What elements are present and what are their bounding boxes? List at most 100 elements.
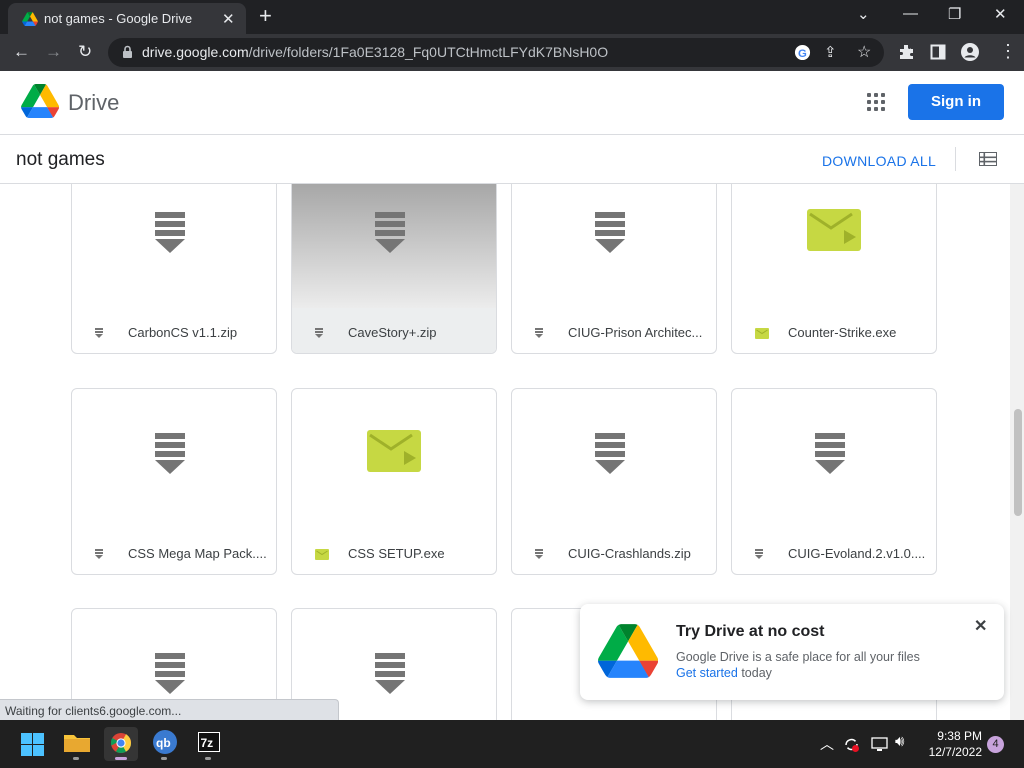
side-panel-icon[interactable] xyxy=(930,44,946,60)
qbittorrent-icon[interactable]: qb xyxy=(149,728,181,760)
volume-icon[interactable]: 🔊︎ xyxy=(895,733,904,750)
new-tab-icon[interactable]: + xyxy=(259,5,272,27)
address-bar[interactable]: drive.google.com/drive/folders/1Fa0E3128… xyxy=(108,38,884,67)
clock-date[interactable]: 12/7/2022 xyxy=(922,745,982,759)
zip-type-icon xyxy=(95,547,103,565)
promo-title: Try Drive at no cost xyxy=(676,623,825,640)
svg-text:7z: 7z xyxy=(201,736,214,750)
file-card-footer[interactable]: CaveStory+.zip xyxy=(292,308,496,353)
tray-overflow-icon[interactable]: ︿ xyxy=(820,734,834,754)
try-drive-promo: Try Drive at no cost Google Drive is a s… xyxy=(580,604,1004,700)
file-card-footer[interactable]: CUIG-Crashlands.zip xyxy=(512,529,716,574)
file-card[interactable]: CSS SETUP.exe xyxy=(291,388,497,575)
promo-close-icon[interactable]: ✕ xyxy=(974,616,987,636)
list-view-icon[interactable] xyxy=(979,152,997,166)
drive-logo-icon xyxy=(598,624,658,678)
browser-tab[interactable]: not games - Google Drive ✕ xyxy=(8,3,246,34)
file-thumbnail[interactable] xyxy=(732,184,936,308)
file-name: CarbonCS v1.1.zip xyxy=(128,325,238,340)
forward-icon[interactable]: → xyxy=(45,42,62,62)
exe-type-icon xyxy=(755,326,769,344)
file-name: CSS SETUP.exe xyxy=(348,546,445,561)
minimize-icon[interactable]: — xyxy=(903,5,918,22)
clock-time[interactable]: 9:38 PM xyxy=(934,729,982,743)
file-thumbnail[interactable] xyxy=(72,184,276,308)
zip-file-icon xyxy=(595,433,625,480)
zip-file-icon xyxy=(155,212,185,259)
back-icon[interactable]: ← xyxy=(13,42,30,62)
browser-tab-strip: not games - Google Drive ✕ + ⌄ — ❐ ✕ xyxy=(0,0,1024,34)
sign-in-button[interactable]: Sign in xyxy=(908,84,1004,120)
windows-start-icon[interactable] xyxy=(21,733,44,756)
file-name: CIUG-Prison Architec... xyxy=(568,325,703,340)
promo-cta-line: Get started today xyxy=(676,666,772,680)
exe-type-icon xyxy=(315,547,329,565)
exe-file-icon xyxy=(366,429,422,478)
file-card[interactable]: CarbonCS v1.1.zip xyxy=(71,184,277,354)
zip-file-icon xyxy=(375,653,405,700)
file-card-footer[interactable]: CIUG-Prison Architec... xyxy=(512,308,716,353)
bookmark-star-icon[interactable]: ☆ xyxy=(857,42,871,62)
google-lens-icon[interactable]: G xyxy=(794,44,811,61)
file-card-footer[interactable]: CUIG-Evoland.2.v1.0.... xyxy=(732,529,936,574)
drive-brand-text[interactable]: Drive xyxy=(68,90,119,116)
google-apps-icon[interactable] xyxy=(867,93,885,111)
file-card-footer[interactable]: CSS SETUP.exe xyxy=(292,529,496,574)
file-explorer-icon[interactable] xyxy=(61,728,93,760)
promo-body: Google Drive is a safe place for all you… xyxy=(676,650,920,664)
chrome-taskbar-icon[interactable] xyxy=(104,727,138,761)
zip-file-icon xyxy=(595,212,625,259)
download-all-button[interactable]: DOWNLOAD ALL xyxy=(822,153,936,169)
file-thumbnail[interactable] xyxy=(292,184,496,308)
restore-icon[interactable]: ❐ xyxy=(948,5,961,23)
extensions-icon[interactable] xyxy=(898,44,914,60)
download-icon[interactable] xyxy=(306,184,321,187)
url-text[interactable]: drive.google.com/drive/folders/1Fa0E3128… xyxy=(142,44,608,60)
exe-file-icon xyxy=(806,208,862,257)
file-card-footer[interactable]: Counter-Strike.exe xyxy=(732,308,936,353)
7zip-icon[interactable]: 7z xyxy=(193,728,225,760)
file-card[interactable]: CIUG-Prison Architec... xyxy=(511,184,717,354)
file-thumbnail[interactable] xyxy=(512,389,716,529)
zip-file-icon xyxy=(155,433,185,480)
lock-icon[interactable] xyxy=(122,45,133,59)
file-card[interactable]: CaveStory+.zip xyxy=(291,184,497,354)
drive-header: Drive Sign in xyxy=(0,71,1024,135)
file-card-footer[interactable]: CSS Mega Map Pack.... xyxy=(72,529,276,574)
promo-cta-suffix: today xyxy=(737,666,772,680)
zip-file-icon xyxy=(155,653,185,700)
network-icon[interactable] xyxy=(871,736,888,753)
file-thumbnail[interactable] xyxy=(292,389,496,529)
sync-error-icon[interactable] xyxy=(843,736,860,753)
tab-title: not games - Google Drive xyxy=(44,11,193,26)
file-card[interactable]: CUIG-Evoland.2.v1.0.... xyxy=(731,388,937,575)
file-thumbnail[interactable] xyxy=(732,389,936,529)
file-card-footer[interactable]: CarbonCS v1.1.zip xyxy=(72,308,276,353)
windows-taskbar: qb 7z ︿ 🔊︎ 9:38 PM 12/7/2022 4 xyxy=(0,720,1024,768)
tab-close-icon[interactable]: ✕ xyxy=(222,10,235,28)
tab-search-icon[interactable]: ⌄ xyxy=(857,5,870,23)
scrollbar-thumb[interactable] xyxy=(1014,409,1022,516)
file-name: CUIG-Evoland.2.v1.0.... xyxy=(788,546,926,561)
svg-text:G: G xyxy=(798,48,807,60)
profile-icon[interactable] xyxy=(961,43,979,61)
get-started-link[interactable]: Get started xyxy=(676,666,738,680)
window-close-icon[interactable]: ✕ xyxy=(994,5,1007,23)
share-icon[interactable]: ⇪ xyxy=(824,43,837,61)
notification-badge[interactable]: 4 xyxy=(987,736,1004,753)
chrome-menu-icon[interactable]: ⋮ xyxy=(999,41,1017,61)
file-name: CUIG-Crashlands.zip xyxy=(568,546,691,561)
drive-logo-icon[interactable] xyxy=(21,84,59,118)
folder-bar: not games DOWNLOAD ALL xyxy=(0,135,1024,184)
file-card[interactable]: Counter-Strike.exe xyxy=(731,184,937,354)
file-card[interactable]: CUIG-Crashlands.zip xyxy=(511,388,717,575)
file-thumbnail[interactable] xyxy=(512,184,716,308)
zip-type-icon xyxy=(315,326,323,344)
file-name: CaveStory+.zip xyxy=(348,325,437,340)
reload-icon[interactable]: ↻ xyxy=(78,42,92,62)
file-card[interactable]: CSS Mega Map Pack.... xyxy=(71,388,277,575)
zip-type-icon xyxy=(535,326,543,344)
folder-title: not games xyxy=(16,149,105,170)
file-thumbnail[interactable] xyxy=(72,389,276,529)
zip-type-icon xyxy=(95,326,103,344)
